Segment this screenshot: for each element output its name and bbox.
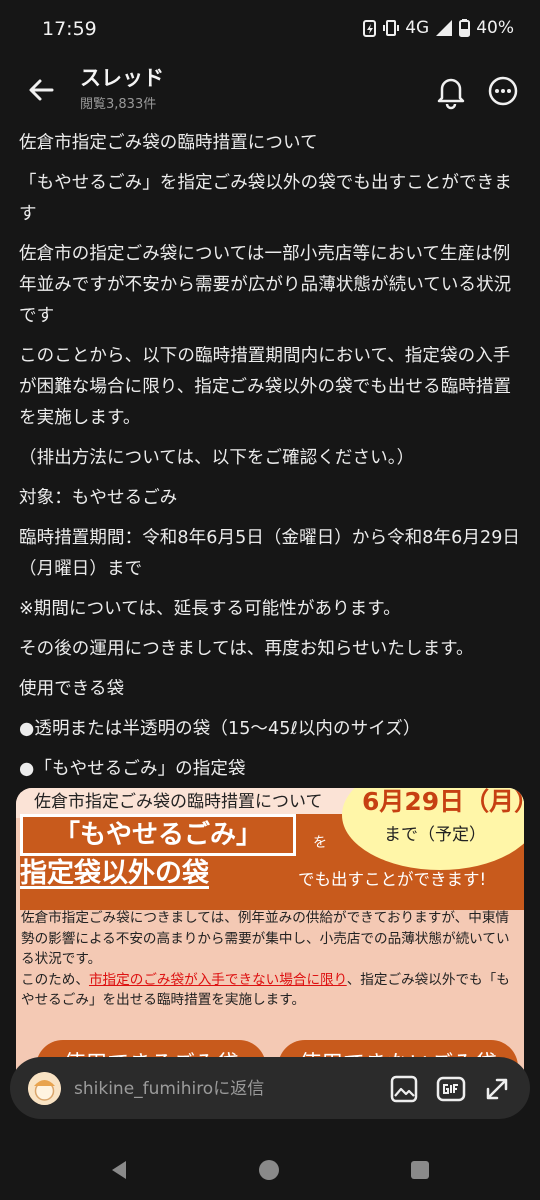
battery-icon [459,19,471,37]
nav-home-icon[interactable] [258,1159,280,1181]
poster-body-pre: このため、 [21,971,89,988]
nav-recents-icon[interactable] [410,1160,430,1180]
status-time: 17:59 [42,18,97,40]
image-icon [390,1075,418,1103]
back-button[interactable] [22,70,62,110]
battery-level: 40% [476,18,514,38]
network-type: 4G [405,18,430,38]
post-image[interactable]: 佐倉市指定ごみ袋の臨時措置について 6月29日（月） まで（予定） 「もやせるご… [16,788,524,1088]
more-options-button[interactable] [482,70,524,112]
avatar [28,1072,61,1105]
notification-button[interactable] [430,70,472,112]
post-paragraph: 「もやせるごみ」を指定ごみ袋以外の袋でも出すことができます [19,173,512,224]
post-paragraph: このことから、以下の臨時措置期間内において、指定袋の入手が困難な場合に限り、指定… [19,346,512,428]
post-content: 佐倉市指定ごみ袋の臨時措置について 「もやせるごみ」を指定ごみ袋以外の袋でも出す… [19,128,524,794]
poster-until: まで（予定） [384,825,486,845]
gif-button[interactable] [434,1072,468,1106]
post-paragraph: 対象：もやせるごみ [19,488,178,508]
more-icon [488,76,518,106]
post-paragraph: （排出方法については、以下をご確認ください。） [19,448,415,468]
reply-bar[interactable]: shikine_fumihiroに返信 [10,1057,530,1119]
back-arrow-icon [29,79,54,101]
post-paragraph: その後の運用につきましては、再度お知らせいたします。 [19,639,474,659]
post-paragraph: 臨時措置期間：令和8年6月5日（金曜日）から令和8年6月29日（月曜日）まで [19,528,521,579]
poster-body-text-2: このため、市指定のごみ袋が入手できない場合に限り、指定ごみ袋以外でも「もやせるご… [21,970,519,1011]
poster-body-text: 佐倉市指定ごみ袋につきましては、例年並みの供給ができておりますが、中東情勢の影響… [21,910,510,967]
nav-back-icon[interactable] [108,1159,130,1181]
status-icons: 4G 40% [363,18,514,38]
system-nav-bar [0,1140,540,1200]
expand-button[interactable] [480,1072,514,1106]
post-paragraph: 佐倉市の指定ごみ袋については一部小売店等において生産は例年並みですが不安から需要… [19,244,512,326]
poster-shitei-label: 指定袋以外の袋 [20,858,209,889]
poster-particle: を [313,835,327,851]
page-title: スレッド [80,66,164,90]
expand-icon [486,1078,508,1100]
avatar-image [28,1072,61,1105]
image-button[interactable] [387,1072,421,1106]
app-bar: スレッド 閲覧3,833件 [0,58,540,122]
poster-can-dispose: でも出すことができます! [298,870,487,889]
post-paragraph: ●透明または半透明の袋（15～45ℓ以内のサイズ） [19,719,421,739]
battery-saver-icon [363,20,377,37]
poster-heading: 佐倉市指定ごみ袋の臨時措置について [34,792,323,812]
poster-date: 6月29日（月） [362,788,524,816]
signal-icon [436,20,453,36]
post-paragraph: 使用できる袋 [19,679,125,699]
poster-moyaseru-label: 「もやせるごみ」 [20,814,296,856]
view-count: 閲覧3,833件 [80,97,157,112]
poster-body-highlight: 市指定のごみ袋が入手できない場合に限り [88,971,347,988]
gif-icon [436,1076,466,1102]
post-paragraph: ※期間については、延長する可能性があります。 [19,599,401,619]
status-bar: 17:59 4G 40% [0,0,540,58]
vibrate-icon [383,20,400,36]
reply-input[interactable]: shikine_fumihiroに返信 [74,1074,264,1099]
post-paragraph: 佐倉市指定ごみ袋の臨時措置について [19,133,318,153]
post-paragraph: ●「もやせるごみ」の指定袋 [19,759,246,779]
bell-icon [437,78,465,110]
poster-body: 佐倉市指定ごみ袋につきましては、例年並みの供給ができておりますが、中東情勢の影響… [21,908,519,1011]
